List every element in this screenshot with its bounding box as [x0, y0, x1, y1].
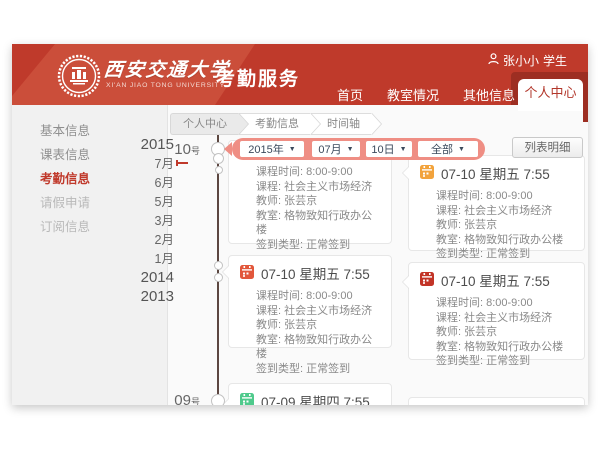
timeline-node-bottom[interactable]: [211, 394, 225, 405]
main-nav: 首页 教室情况 其他信息: [337, 85, 515, 104]
timeline-year-2013[interactable]: 2013: [112, 289, 174, 305]
timeline-year-2014[interactable]: 2014: [112, 270, 174, 286]
timeline-node-medium[interactable]: [213, 153, 224, 164]
current-month-marker: [178, 162, 188, 164]
breadcrumb-personal-center[interactable]: 个人中心: [170, 113, 239, 135]
nav-tab-personal-center[interactable]: 个人中心: [518, 79, 583, 111]
list-detail-button[interactable]: 列表明细: [512, 137, 583, 158]
timeline-month-2[interactable]: 2月: [112, 232, 174, 248]
card-line: 教室: 格物致知行政办公楼: [256, 209, 383, 238]
calendar-icon: [240, 265, 254, 282]
card-line: 签到类型: 正常签到: [436, 354, 576, 369]
user-icon: [488, 53, 499, 68]
chevron-down-icon: ▼: [458, 146, 465, 153]
sidebar-item-basic-info[interactable]: 基本信息: [40, 120, 120, 136]
card-line: 教室: 格物致知行政办公楼: [256, 333, 383, 362]
card-title: 07-09 星期四 7:55: [261, 391, 370, 405]
user-name: 张小小: [503, 52, 539, 69]
card-line: 签到类型: 正常签到: [436, 247, 576, 262]
card-line: 签到类型: 正常签到: [256, 238, 383, 253]
university-logo: [56, 53, 102, 104]
calendar-icon: [420, 165, 434, 182]
timeline-node-small-1[interactable]: [215, 166, 223, 174]
chevron-down-icon: ▼: [347, 146, 354, 153]
card-line: 课程: 社会主义市场经济: [436, 204, 576, 219]
timeline-month-6[interactable]: 6月: [112, 175, 174, 191]
calendar-icon: [420, 272, 434, 289]
date-filter-bar: 2015年 ▼ 07月 ▼ 10日 ▼ 全部 ▼: [232, 138, 485, 160]
sidebar-item-schedule-info[interactable]: 课表信息: [40, 144, 120, 160]
card-line: 教师: 张芸京: [436, 218, 576, 233]
card-line: 教室: 格物致知行政办公楼: [436, 233, 576, 248]
attendance-card-left-bottom[interactable]: 07-09 星期四 7:55: [228, 383, 392, 405]
card-line: 教师: 张芸京: [436, 325, 576, 340]
card-line: 课程时间: 8:00-9:00: [256, 165, 383, 180]
timeline-month-5[interactable]: 5月: [112, 194, 174, 210]
active-tab-ribbon-edge: [583, 105, 588, 122]
breadcrumb-attendance-info[interactable]: 考勤信息: [239, 113, 311, 135]
timeline-month-3[interactable]: 3月: [112, 213, 174, 229]
nav-item-other-info[interactable]: 其他信息: [463, 85, 515, 104]
attendance-card-right-top[interactable]: 07-10 星期五 7:55 课程时间: 8:00-9:00 课程: 社会主义市…: [408, 155, 585, 251]
nav-item-classrooms[interactable]: 教室情况: [387, 85, 439, 104]
card-line: 课程: 社会主义市场经济: [436, 311, 576, 326]
card-line: 课程时间: 8:00-9:00: [436, 296, 576, 311]
card-line: 教师: 张芸京: [256, 194, 383, 209]
timeline-node-small-2[interactable]: [214, 261, 223, 270]
breadcrumb: 个人中心 考勤信息 时间轴: [170, 113, 372, 133]
calendar-icon: [240, 393, 254, 406]
sidebar-item-attendance-info[interactable]: 考勤信息: [40, 168, 120, 184]
university-name-cn: 西安交通大学: [103, 55, 232, 82]
sidebar-item-leave-request[interactable]: 请假申请: [40, 192, 120, 208]
day-marker-09: 09号: [142, 392, 200, 405]
service-title: 考勤服务: [216, 64, 300, 91]
university-name-en: XI'AN JIAO TONG UNIVERSITY: [106, 82, 225, 89]
chevron-down-icon: ▼: [289, 146, 296, 153]
app-frame: 西安交通大学 XI'AN JIAO TONG UNIVERSITY 考勤服务 张…: [12, 44, 588, 405]
card-line: 课程时间: 8:00-9:00: [436, 189, 576, 204]
year-dropdown[interactable]: 2015年 ▼: [240, 141, 304, 157]
attendance-card-right-middle[interactable]: 07-10 星期五 7:55 课程时间: 8:00-9:00 课程: 社会主义市…: [408, 262, 585, 360]
day-dropdown[interactable]: 10日 ▼: [366, 141, 412, 157]
card-line: 课程时间: 8:00-9:00: [256, 289, 383, 304]
user-info[interactable]: 张小小 学生: [488, 52, 567, 69]
type-dropdown[interactable]: 全部 ▼: [418, 141, 478, 157]
card-line: 课程: 社会主义市场经济: [256, 304, 383, 319]
attendance-card-right-bottom[interactable]: [408, 397, 585, 405]
attendance-card-left-middle[interactable]: 07-10 星期五 7:55 课程时间: 8:00-9:00 课程: 社会主义市…: [228, 255, 392, 348]
sidebar-item-subscription-info[interactable]: 订阅信息: [40, 216, 120, 232]
card-line: 课程: 社会主义市场经济: [256, 180, 383, 195]
user-role: 学生: [543, 52, 567, 69]
nav-item-home[interactable]: 首页: [337, 85, 363, 104]
card-line: 教师: 张芸京: [256, 318, 383, 333]
card-title: 07-10 星期五 7:55: [441, 270, 550, 290]
card-title: 07-10 星期五 7:55: [261, 263, 370, 283]
month-dropdown[interactable]: 07月 ▼: [312, 141, 360, 157]
timeline-node-small-3[interactable]: [214, 273, 223, 282]
day-marker-10: 10号: [142, 141, 200, 158]
timeline-month-7[interactable]: 7月: [112, 156, 174, 172]
card-title: 07-10 星期五 7:55: [441, 163, 550, 183]
timeline-month-1[interactable]: 1月: [112, 251, 174, 267]
chevron-down-icon: ▼: [400, 146, 407, 153]
card-line: 教室: 格物致知行政办公楼: [436, 340, 576, 355]
card-line: 签到类型: 正常签到: [256, 362, 383, 377]
